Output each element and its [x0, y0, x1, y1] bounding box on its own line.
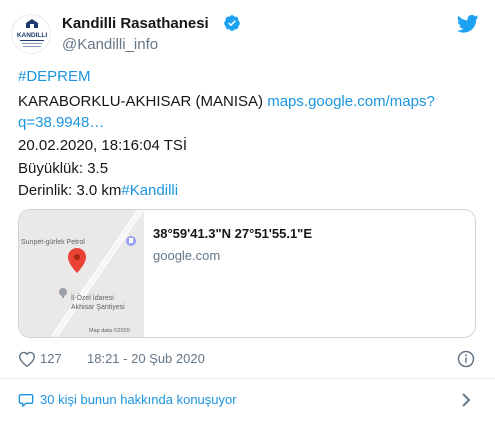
location-line: KARABORKLU-AKHISAR (MANISA) maps.google.… [18, 91, 435, 112]
map-label-petrol: Sunpet-gürlek Petrol [21, 239, 85, 246]
info-icon[interactable] [457, 350, 475, 368]
map-attribution: Map data ©2020 [89, 327, 130, 334]
depth-line: Derinlik: 3.0 km#Kandilli [18, 180, 178, 201]
card-title[interactable]: 38°59'41.3"N 27°51'55.1"E [153, 226, 312, 241]
hashtag-deprem[interactable]: #DEPREM [18, 66, 91, 87]
location-text: KARABORKLU-AKHISAR (MANISA) [18, 93, 264, 110]
conversation-link[interactable]: 30 kişi bunun hakkında konuşuyor [40, 392, 237, 407]
depth-text: Derinlik: 3.0 km [18, 182, 122, 199]
maps-link-continued[interactable]: q=38.9948… [18, 112, 104, 133]
tweet-embed: KANDILLI Kandilli Rasathanesi @Kandilli_… [0, 0, 495, 423]
comment-bubble-icon[interactable] [18, 392, 34, 408]
display-name[interactable]: Kandilli Rasathanesi [62, 15, 209, 32]
verified-badge-icon [224, 15, 240, 31]
handle[interactable]: @Kandilli_info [62, 36, 158, 53]
map-image: Sunpet-gürlek Petrol İl Özel İdaresi Akh… [19, 210, 145, 337]
datetime-text: 20.02.2020, 18:16:04 TSİ [18, 137, 188, 154]
maps-link[interactable]: maps.google.com/maps? [267, 93, 435, 110]
gas-station-marker-icon [126, 236, 136, 246]
card-domain: google.com [153, 248, 221, 263]
kandilli-logo: KANDILLI [12, 15, 50, 53]
chevron-right-icon[interactable] [460, 392, 472, 408]
divider [0, 378, 495, 379]
twitter-bird-icon[interactable] [457, 14, 479, 34]
map-thumbnail[interactable]: Sunpet-gürlek Petrol İl Özel İdaresi Akh… [19, 210, 145, 337]
like-count[interactable]: 127 [40, 351, 62, 366]
avatar[interactable]: KANDILLI [11, 14, 51, 54]
tweet-timestamp[interactable]: 18:21 - 20 Şub 2020 [87, 351, 205, 366]
heart-icon[interactable] [18, 351, 36, 367]
magnitude-text: Büyüklük: 3.5 [18, 160, 109, 177]
map-label-site: Akhisar Şantiyesi [71, 304, 125, 311]
map-label-office: İl Özel İdaresi [71, 293, 114, 302]
hashtag-kandilli[interactable]: #Kandilli [121, 182, 178, 199]
link-card[interactable]: Sunpet-gürlek Petrol İl Özel İdaresi Akh… [18, 209, 476, 338]
avatar-logo-text: KANDILLI [17, 32, 48, 39]
